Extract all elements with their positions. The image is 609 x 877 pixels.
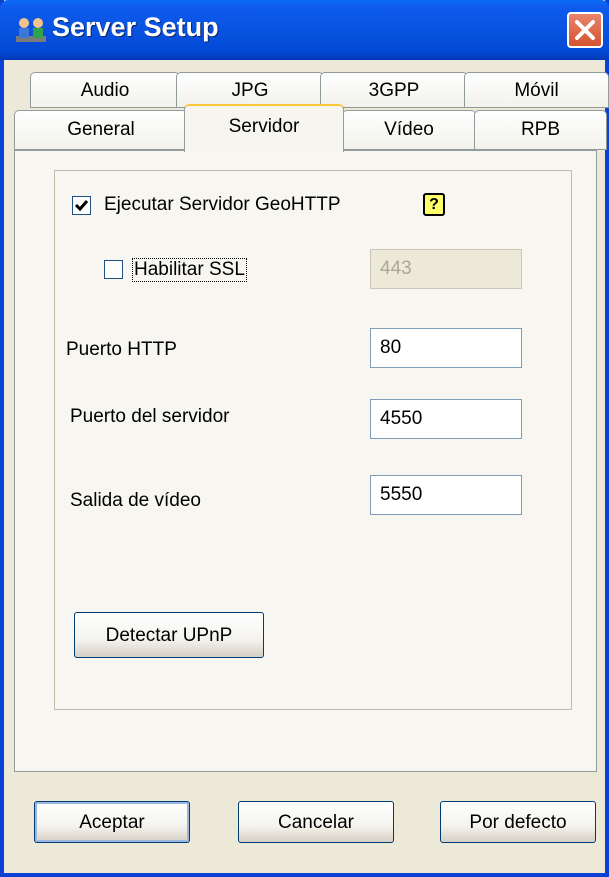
tab-label: Servidor bbox=[228, 116, 300, 137]
users-network-icon bbox=[16, 18, 46, 42]
tab-label: Vídeo bbox=[384, 119, 434, 140]
run-server-label[interactable]: Ejecutar Servidor GeoHTTP bbox=[104, 194, 341, 216]
cancel-label: Cancelar bbox=[277, 812, 355, 833]
enable-ssl-checkbox[interactable] bbox=[104, 260, 123, 279]
tab-servidor[interactable]: Servidor bbox=[184, 104, 344, 152]
tab-label: Móvil bbox=[514, 80, 559, 101]
accept-button[interactable]: Aceptar bbox=[34, 801, 190, 843]
video-output-label: Salida de vídeo bbox=[70, 490, 201, 511]
ssl-port-field: 443 bbox=[370, 249, 522, 289]
help-glyph: ? bbox=[429, 196, 439, 213]
close-button[interactable] bbox=[567, 12, 603, 48]
defaults-label: Por defecto bbox=[469, 812, 567, 833]
window-title: Server Setup bbox=[52, 12, 219, 42]
close-icon bbox=[575, 20, 595, 40]
cancel-button[interactable]: Cancelar bbox=[238, 801, 394, 843]
server-port-label: Puerto del servidor bbox=[70, 406, 230, 427]
tab-movil[interactable]: Móvil bbox=[464, 72, 609, 108]
detect-upnp-label: Detectar UPnP bbox=[105, 625, 233, 646]
run-server-checkbox[interactable] bbox=[72, 196, 91, 215]
tab-audio[interactable]: Audio bbox=[30, 72, 180, 108]
tab-label: RPB bbox=[520, 119, 561, 140]
defaults-button[interactable]: Por defecto bbox=[440, 801, 596, 843]
tab-3gpp[interactable]: 3GPP bbox=[320, 72, 468, 108]
server-port-field[interactable]: 4550 bbox=[370, 399, 522, 439]
checkmark-icon bbox=[74, 200, 89, 212]
help-question-icon[interactable]: ? bbox=[423, 193, 445, 216]
tab-rpb[interactable]: RPB bbox=[474, 110, 607, 150]
tab-label: 3GPP bbox=[368, 80, 420, 101]
http-port-label: Puerto HTTP bbox=[66, 339, 177, 360]
title-bar[interactable]: Server Setup bbox=[0, 0, 609, 60]
tab-video[interactable]: Vídeo bbox=[342, 110, 476, 150]
tab-label: Audio bbox=[80, 80, 130, 101]
accept-label: Aceptar bbox=[79, 812, 145, 833]
enable-ssl-label[interactable]: Habilitar SSL bbox=[132, 258, 247, 282]
tab-label: General bbox=[67, 119, 135, 140]
server-setup-window: Server Setup Audio JPG 3GPP Móvil Genera… bbox=[0, 0, 609, 877]
tab-jpg[interactable]: JPG bbox=[176, 72, 324, 108]
detect-upnp-button[interactable]: Detectar UPnP bbox=[74, 612, 264, 658]
tab-label: JPG bbox=[231, 80, 269, 101]
http-port-field[interactable]: 80 bbox=[370, 328, 522, 368]
video-output-field[interactable]: 5550 bbox=[370, 475, 522, 515]
tab-general[interactable]: General bbox=[14, 110, 188, 150]
